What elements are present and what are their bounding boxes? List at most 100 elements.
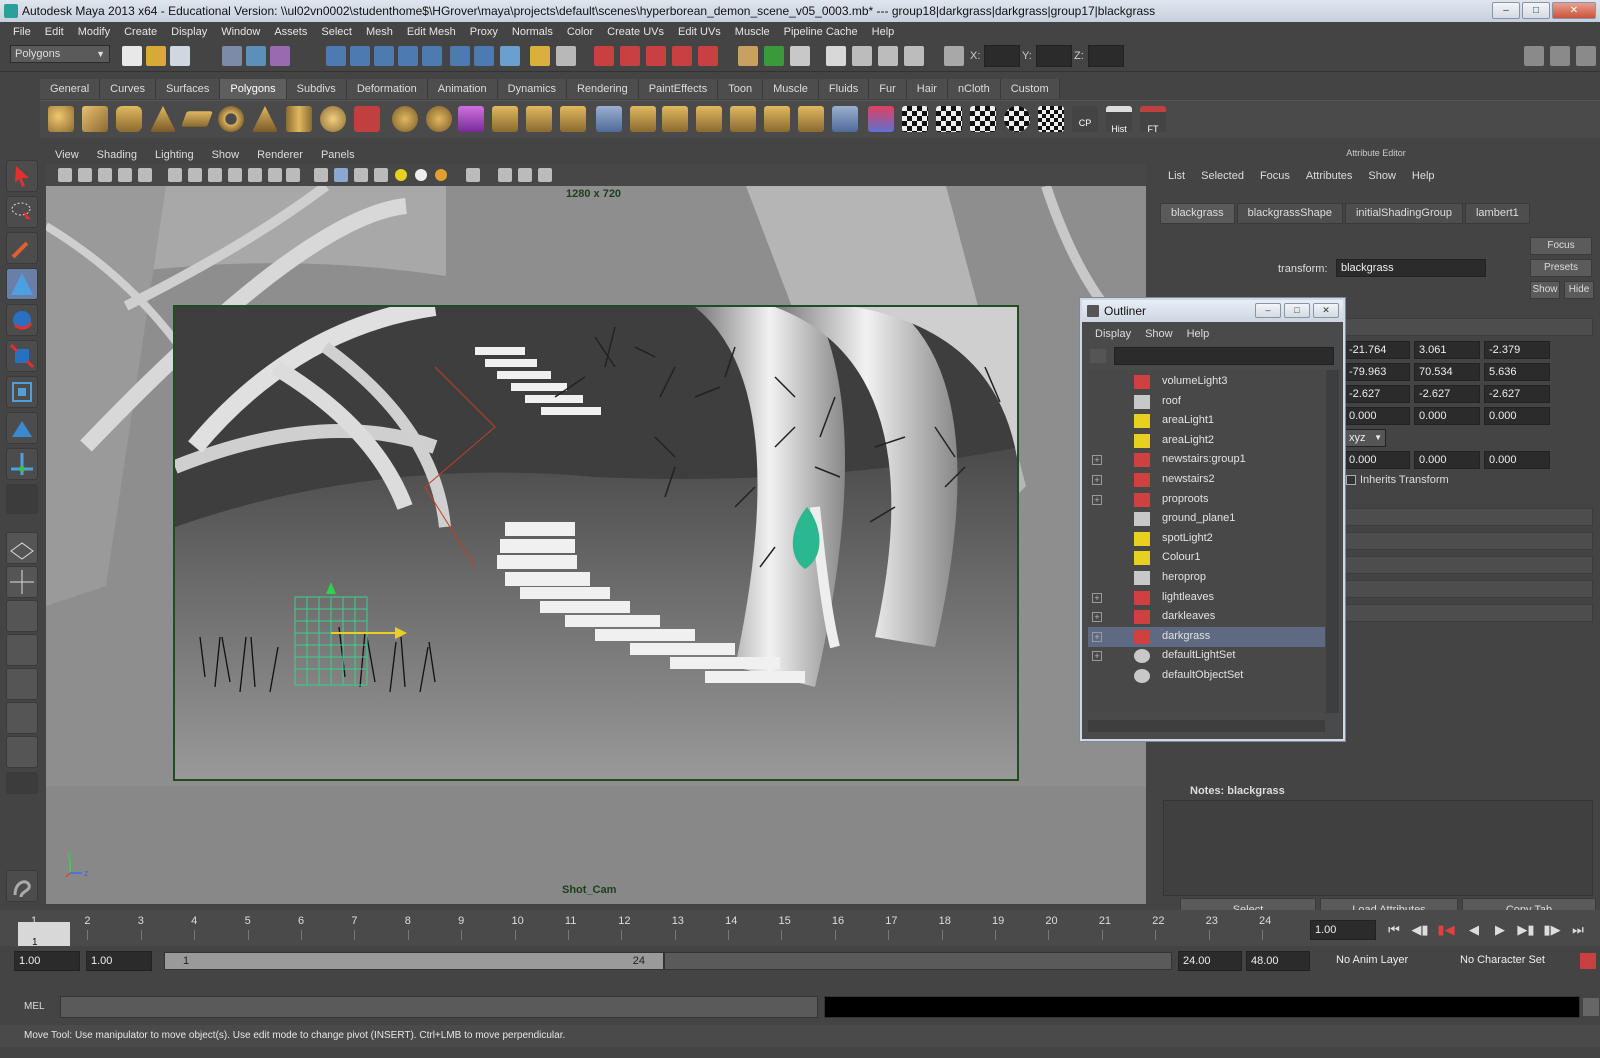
open-scene-icon[interactable] [146,46,166,66]
translate-z-field[interactable]: -2.379 [1484,341,1550,359]
expand-plus-icon[interactable]: + [1092,592,1102,603]
viewport-menu-view[interactable]: View [46,149,88,161]
outliner-minimize-button[interactable]: – [1255,303,1281,318]
outliner-item[interactable]: roof [1088,392,1325,412]
poly-pipe-icon[interactable] [286,106,312,132]
render-view-icon[interactable] [852,46,872,66]
rotate-y-field[interactable]: 70.534 [1414,363,1480,381]
show-tool-settings-icon[interactable] [1550,46,1570,66]
snap-surface-icon[interactable] [672,46,692,66]
uv-snapshot-icon[interactable] [1038,106,1064,132]
show-manipulator-icon[interactable] [6,448,38,480]
shelf-tab-deformation[interactable]: Deformation [346,79,428,99]
menu-file[interactable]: File [6,22,38,42]
four-view-layout-icon[interactable] [6,566,38,598]
lock-icon[interactable] [530,46,550,66]
menu-display[interactable]: Display [164,22,214,42]
shelf-tab-dynamics[interactable]: Dynamics [497,79,567,99]
shelf-tab-general[interactable]: General [40,79,101,99]
snap-point-icon[interactable] [374,46,394,66]
new-scene-icon[interactable] [122,46,142,66]
viewport-toolbar-icons[interactable] [46,164,566,186]
menu-edit[interactable]: Edit [38,22,71,42]
planar-mapping-icon[interactable] [832,106,858,132]
select-tool-icon[interactable] [6,160,38,192]
magnet-icon[interactable] [594,46,614,66]
construction-icon[interactable] [474,46,494,66]
anim-layer-dropdown[interactable]: No Anim Layer [1332,951,1450,971]
menu-modify[interactable]: Modify [71,22,117,42]
ae-menu-help[interactable]: Help [1404,167,1443,185]
shear-z-field[interactable]: 0.000 [1484,407,1550,425]
translate-y-field[interactable]: 3.061 [1414,341,1480,359]
menu-edit-uvs[interactable]: Edit UVs [671,22,728,42]
menu-create[interactable]: Create [117,22,164,42]
select-by-hierarchy-icon[interactable] [222,46,242,66]
outliner-search-input[interactable] [1114,347,1334,365]
shelf-tab-fluids[interactable]: Fluids [818,79,870,99]
scale-tool-icon[interactable] [6,340,38,372]
step-forward-frame-icon[interactable]: ▶▮ [1516,920,1536,940]
ae-tab-initial-shading-group[interactable]: initialShadingGroup [1344,203,1463,224]
wedge-icon[interactable] [798,106,824,132]
menu-select[interactable]: Select [314,22,359,42]
outliner-item[interactable]: + darkleaves [1088,607,1325,627]
outliner-item[interactable]: volumeLight3 [1088,372,1325,392]
expand-plus-icon[interactable]: + [1092,455,1102,466]
outliner-item[interactable]: areaLight1 [1088,411,1325,431]
expand-plus-icon[interactable]: + [1092,494,1102,505]
mel-label[interactable]: MEL [24,1001,45,1012]
play-backwards-icon[interactable]: ◀ [1464,920,1484,940]
smooth-icon[interactable] [492,106,518,132]
freeze-transform-icon[interactable]: FT [1140,106,1166,134]
ae-menu-show[interactable]: Show [1360,167,1404,185]
notes-textarea[interactable] [1163,800,1593,896]
render-current-icon[interactable] [738,46,758,66]
outliner-item[interactable]: + defaultLightSet [1088,646,1325,666]
persp-hypershade-layout-icon[interactable] [6,668,38,700]
poly-cylinder-icon[interactable] [116,106,142,132]
menu-mesh[interactable]: Mesh [359,22,400,42]
mel-command-input[interactable] [60,996,818,1018]
outliner-close-button[interactable]: ✕ [1313,303,1339,318]
character-set-dropdown[interactable]: No Character Set [1456,951,1576,971]
select-by-object-icon[interactable] [246,46,266,66]
hypershade-icon[interactable] [826,46,846,66]
viewport-menu-shading[interactable]: Shading [88,149,146,161]
separate-icon[interactable] [392,106,418,132]
single-perspective-layout-icon[interactable] [6,532,38,564]
current-time-field[interactable]: 1.00 [1310,920,1376,940]
shelf-tab-painteffects[interactable]: PaintEffects [638,79,719,99]
boolean-icon[interactable] [458,106,484,132]
outliner-item[interactable]: areaLight2 [1088,431,1325,451]
viewport-menu-panels[interactable]: Panels [312,149,364,161]
help-icon[interactable] [500,46,520,66]
outliner-item[interactable]: ground_plane1 [1088,509,1325,529]
render-settings-icon[interactable] [790,46,810,66]
shear-x-field[interactable]: 0.000 [1344,407,1410,425]
show-button[interactable]: Show [1530,281,1560,299]
rotate-axis-x-field[interactable]: 0.000 [1344,451,1410,469]
snap-curve-icon[interactable] [350,46,370,66]
persp-graph-hypergraph-layout-icon[interactable] [6,736,38,768]
outliner-item[interactable]: Colour1 [1088,548,1325,568]
insert-edge-loop-icon[interactable] [596,106,622,132]
scale-z-field[interactable]: -2.627 [1484,385,1550,403]
play-forwards-icon[interactable]: ▶ [1490,920,1510,940]
ae-tab-blackgrass-shape[interactable]: blackgrassShape [1236,203,1343,224]
persp-outliner-layout-icon[interactable] [6,600,38,632]
poly-cube-icon[interactable] [82,106,108,132]
snap-view-plane-icon[interactable] [398,46,418,66]
bridge-icon[interactable] [696,106,722,132]
go-to-start-icon[interactable]: ⏮ [1384,920,1404,940]
checker-icon-2[interactable] [936,106,962,132]
range-slider-track[interactable]: 1 24 [164,952,664,970]
snap-live-icon[interactable] [698,46,718,66]
outliner-vertical-scrollbar[interactable] [1326,370,1339,713]
z-field[interactable] [1088,45,1124,67]
split-polygon-icon[interactable] [560,106,586,132]
input-icon[interactable] [556,46,576,66]
move-tool-icon[interactable] [6,268,38,300]
snap-together-icon[interactable] [620,46,640,66]
history-icon[interactable] [450,46,470,66]
